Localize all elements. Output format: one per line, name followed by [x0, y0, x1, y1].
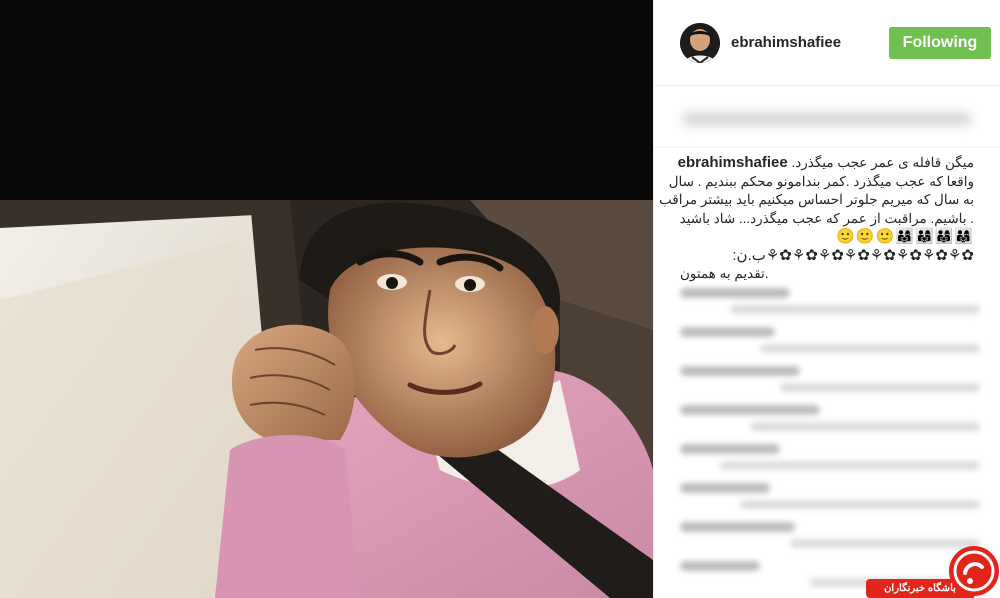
post-photo[interactable]	[0, 0, 653, 598]
list-item	[680, 288, 980, 319]
list-item	[680, 366, 980, 397]
caption-line-5: 👨‍👩‍👧👨‍👩‍👧👨‍👩‍👧👨‍👩‍👧🙂🙂🙂	[836, 228, 974, 245]
post-sidebar: ebrahimshafiee Following میگن قافله ی عم…	[653, 0, 1000, 598]
caption-line-1: میگن قافله ی عمر عجب میگذرد. ebrahimshaf…	[678, 154, 974, 173]
post-caption: میگن قافله ی عمر عجب میگذرد. ebrahimshaf…	[654, 148, 1000, 284]
list-item	[680, 483, 980, 514]
caption-line-7: .تقدیم به همتون	[680, 266, 769, 281]
photo-image	[0, 0, 653, 598]
likes-count-blurred	[654, 86, 1000, 148]
post-header: ebrahimshafiee Following	[654, 0, 1000, 86]
watermark: باشگاه خبرنگاران	[866, 543, 1000, 598]
caption-text-1: میگن قافله ی عمر عجب میگذرد.	[791, 155, 974, 170]
header-username[interactable]: ebrahimshafiee	[731, 34, 889, 51]
caption-line-6: ✿⚘✿⚘✿⚘✿⚘✿⚘✿⚘✿⚘✿⚘ب.ن:	[732, 246, 974, 264]
following-button[interactable]: Following	[889, 26, 991, 59]
list-item	[680, 444, 980, 475]
caption-line-2: واقعا که عجب میگذرد .کمر بندامونو محکم ب…	[668, 173, 974, 189]
caption-username[interactable]: ebrahimshafiee	[678, 154, 788, 171]
list-item	[680, 405, 980, 436]
caption-line-4: . باشیم. مراقبت از عمر که عجب میگذرد... …	[679, 210, 974, 226]
watermark-logo-icon	[949, 546, 999, 596]
list-item	[680, 327, 980, 358]
avatar[interactable]	[680, 22, 720, 63]
avatar-image	[680, 22, 720, 63]
caption-line-3: به سال که میریم جلوتر احساس میکنیم باید …	[658, 192, 974, 207]
